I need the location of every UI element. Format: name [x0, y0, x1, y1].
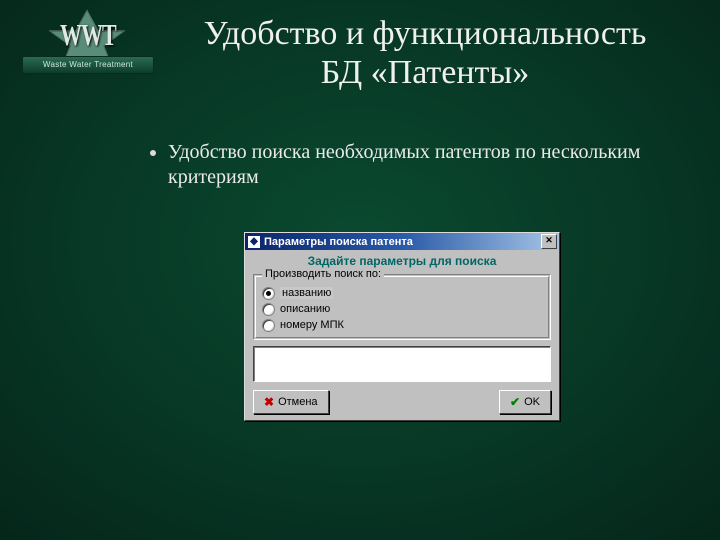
- slide-body: Удобство поиска необходимых патентов по …: [150, 140, 680, 190]
- dialog-body: Задайте параметры для поиска Производить…: [244, 250, 560, 421]
- slide: WWT Waste Water Treatment Удобство и фун…: [0, 0, 720, 540]
- bullet-icon: [150, 150, 156, 156]
- cancel-label: Отмена: [278, 396, 317, 408]
- ok-button[interactable]: ✔ OK: [499, 390, 551, 414]
- dialog-button-row: ✖ Отмена ✔ OK: [245, 388, 559, 416]
- radio-option-mpk[interactable]: номеру МПК: [262, 317, 542, 333]
- radio-icon: [262, 303, 275, 316]
- radio-icon: [262, 319, 275, 332]
- radio-label: названию: [280, 287, 333, 299]
- search-by-group: Производить поиск по: названию описанию …: [253, 274, 551, 340]
- close-button[interactable]: ✕: [541, 234, 557, 249]
- radio-option-description[interactable]: описанию: [262, 301, 542, 317]
- radio-icon: [262, 287, 275, 300]
- title-line-2: БД «Патенты»: [321, 54, 530, 91]
- slide-title: Удобство и функциональность БД «Патенты»: [160, 14, 690, 92]
- radio-label: описанию: [280, 303, 330, 315]
- logo-ribbon: Waste Water Treatment: [22, 56, 154, 74]
- dialog-titlebar[interactable]: ◆ Параметры поиска патента ✕: [244, 232, 560, 250]
- ok-icon: ✔: [510, 395, 520, 409]
- title-line-1: Удобство и функциональность: [204, 15, 647, 52]
- group-legend: Производить поиск по:: [262, 268, 384, 280]
- cancel-button[interactable]: ✖ Отмена: [253, 390, 329, 414]
- logo: WWT Waste Water Treatment: [22, 8, 152, 88]
- ok-label: OK: [524, 396, 540, 408]
- logo-monogram: WWT: [60, 17, 116, 53]
- search-params-dialog: ◆ Параметры поиска патента ✕ Задайте пар…: [244, 232, 560, 421]
- radio-option-name[interactable]: названию: [262, 285, 542, 301]
- cancel-icon: ✖: [264, 395, 274, 409]
- dialog-title: Параметры поиска патента: [264, 236, 413, 248]
- search-text-input[interactable]: [253, 346, 551, 382]
- bullet-item: Удобство поиска необходимых патентов по …: [150, 140, 680, 190]
- bullet-text: Удобство поиска необходимых патентов по …: [168, 140, 680, 190]
- app-icon: ◆: [248, 236, 260, 248]
- radio-label: номеру МПК: [280, 319, 344, 331]
